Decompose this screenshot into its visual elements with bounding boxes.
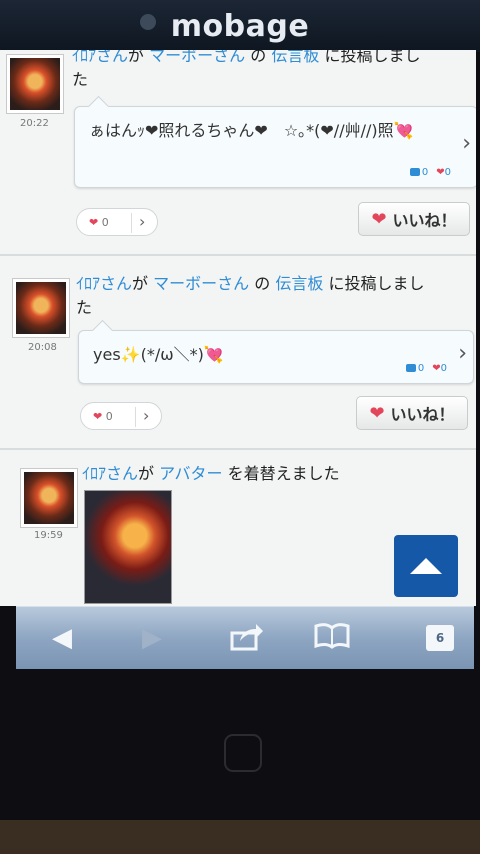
message-counts: 0 ❤0 xyxy=(405,363,447,374)
avatar-link[interactable]: アバター xyxy=(159,464,222,483)
tabs-button[interactable]: 6 xyxy=(426,625,454,651)
scroll-to-top-button[interactable] xyxy=(394,535,458,597)
post-time: 20:08 xyxy=(28,342,57,353)
triangle-up-icon xyxy=(410,558,442,574)
heart-icon: ❤ xyxy=(371,208,387,230)
back-icon[interactable]: ◀ xyxy=(52,623,72,653)
heart-icon: ❤ xyxy=(93,409,103,423)
divider xyxy=(0,448,476,450)
comment-icon xyxy=(409,168,420,176)
target-user-link[interactable]: マーボーさん xyxy=(153,274,249,293)
feed-headline: ｲﾛｱさんが マーボーさん の 伝言板 に投稿しました xyxy=(76,274,425,317)
avatar[interactable] xyxy=(6,54,64,114)
message-board-link[interactable]: 伝言板 xyxy=(271,50,319,65)
like-count-button[interactable]: ❤ 0 › xyxy=(80,402,162,430)
avatar[interactable] xyxy=(20,468,78,528)
post-time: 20:22 xyxy=(20,118,49,129)
user-link[interactable]: ｲﾛｱさん xyxy=(72,50,128,65)
message-text: yes✨(*/ω＼*)💘 xyxy=(93,345,224,364)
like-button[interactable]: ❤ いいね！ xyxy=(358,202,470,236)
post-time: 19:59 xyxy=(34,530,63,541)
like-button[interactable]: ❤ いいね！ xyxy=(356,396,468,430)
feed-headline: ｲﾛｱさんが マーボーさん の 伝言板 に投稿しました xyxy=(72,50,472,92)
user-link[interactable]: ｲﾛｱさん xyxy=(82,464,138,483)
message-bubble[interactable]: ぁはんｯ❤照れるちゃん❤ ☆｡*(❤//艸//)照💘 › 0 ❤0 xyxy=(74,106,476,188)
heart-icon: ❤ xyxy=(369,402,385,424)
chevron-right-icon: › xyxy=(462,131,471,156)
target-user-link[interactable]: マーボーさん xyxy=(149,50,245,65)
message-text: ぁはんｯ❤照れるちゃん❤ ☆｡*(❤//艸//)照💘 xyxy=(89,121,414,140)
message-board-link[interactable]: 伝言板 xyxy=(275,274,323,293)
share-icon[interactable] xyxy=(230,623,264,658)
user-link[interactable]: ｲﾛｱさん xyxy=(76,274,132,293)
heart-icon: ❤ xyxy=(432,363,441,374)
heart-icon: ❤ xyxy=(89,215,99,229)
feed-headline: ｲﾛｱさんが アバター を着替えました xyxy=(82,464,340,483)
forward-icon[interactable]: ▶ xyxy=(142,623,162,653)
avatar[interactable] xyxy=(12,278,70,338)
avatar-image[interactable] xyxy=(84,490,172,604)
like-count-button[interactable]: ❤ 0 › xyxy=(76,208,158,236)
browser-toolbar: ◀ ▶ 6 xyxy=(16,606,474,669)
device-header: mobage xyxy=(0,0,480,52)
table-surface xyxy=(0,820,480,854)
divider xyxy=(0,254,476,256)
heart-icon: ❤ xyxy=(436,167,445,178)
camera-icon xyxy=(140,14,156,30)
device-brand-logo: mobage xyxy=(170,8,310,44)
home-button[interactable] xyxy=(224,734,262,772)
web-content[interactable]: 20:22 ｲﾛｱさんが マーボーさん の 伝言板 に投稿しました ぁはんｯ❤照… xyxy=(0,50,476,606)
bookmarks-icon[interactable] xyxy=(314,623,350,656)
comment-icon xyxy=(405,364,416,372)
chevron-right-icon: › xyxy=(458,341,467,366)
message-counts: 0 ❤0 xyxy=(409,167,451,178)
message-bubble[interactable]: yes✨(*/ω＼*)💘 › 0 ❤0 xyxy=(78,330,474,384)
chevron-right-icon: › xyxy=(139,212,146,231)
chevron-right-icon: › xyxy=(143,406,150,425)
